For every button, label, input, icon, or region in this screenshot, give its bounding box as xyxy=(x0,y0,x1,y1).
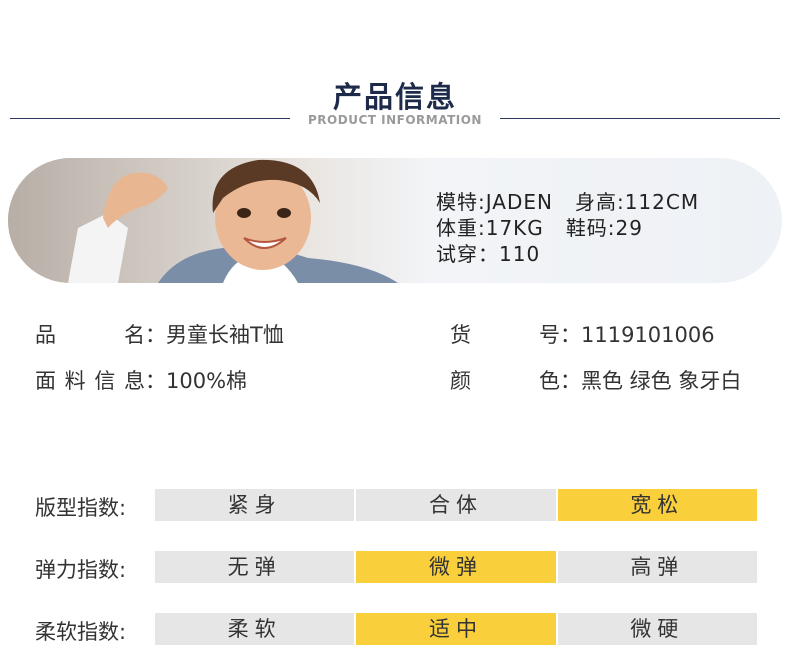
product-name-label: 品 名 xyxy=(35,323,145,347)
product-fabric-row: 面料信息：100%棉 xyxy=(35,365,247,395)
fit-option-tight: 紧身 xyxy=(155,489,355,521)
product-sku-value: 1119101006 xyxy=(581,323,715,347)
product-fabric-label: 面料信息 xyxy=(35,369,145,393)
model-trial-size: 试穿：110 xyxy=(436,242,541,266)
product-color-label: 颜 色 xyxy=(450,369,560,393)
product-color-row: 颜 色：黑色 绿色 象牙白 xyxy=(450,365,741,395)
fit-index-label: 版型指数: xyxy=(35,496,127,520)
product-name-row: 品 名：男童长袖T恤 xyxy=(35,319,284,349)
product-sku-row: 货 号：1119101006 xyxy=(450,319,715,349)
fit-option-regular: 合体 xyxy=(356,489,556,521)
product-color-value: 黑色 绿色 象牙白 xyxy=(581,369,742,393)
model-info: 模特:JADEN 身高:112CM 体重:17KG 鞋码:29 试穿：110 xyxy=(436,189,699,267)
stretch-option-high: 高弹 xyxy=(557,551,757,583)
fit-option-loose: 宽松 xyxy=(557,489,757,521)
softness-index-scale: 柔软 适中 微硬 xyxy=(155,613,757,645)
stretch-option-slight: 微弹 xyxy=(356,551,556,583)
model-height: 身高:112CM xyxy=(574,190,700,214)
product-fabric-value: 100%棉 xyxy=(166,369,248,393)
section-subtitle: PRODUCT INFORMATION xyxy=(308,113,482,127)
stretch-index-label: 弹力指数: xyxy=(35,558,127,582)
softness-index-label: 柔软指数: xyxy=(35,620,127,644)
softness-option-medium: 适中 xyxy=(356,613,556,645)
softness-option-soft: 柔软 xyxy=(155,613,355,645)
softness-option-firm: 微硬 xyxy=(557,613,757,645)
model-photo xyxy=(8,158,428,283)
model-shoe-size: 鞋码:29 xyxy=(565,216,643,240)
model-weight: 体重:17KG xyxy=(436,216,544,240)
product-sku-label: 货 号 xyxy=(450,323,560,347)
product-name-value: 男童长袖T恤 xyxy=(166,323,284,347)
stretch-index-scale: 无弹 微弹 高弹 xyxy=(155,551,757,583)
model-name: 模特:JADEN xyxy=(436,190,553,214)
section-title: 产品信息 xyxy=(332,80,457,114)
fit-index-scale: 紧身 合体 宽松 xyxy=(155,489,757,521)
stretch-option-none: 无弹 xyxy=(155,551,355,583)
model-banner: 模特:JADEN 身高:112CM 体重:17KG 鞋码:29 试穿：110 xyxy=(8,158,782,283)
